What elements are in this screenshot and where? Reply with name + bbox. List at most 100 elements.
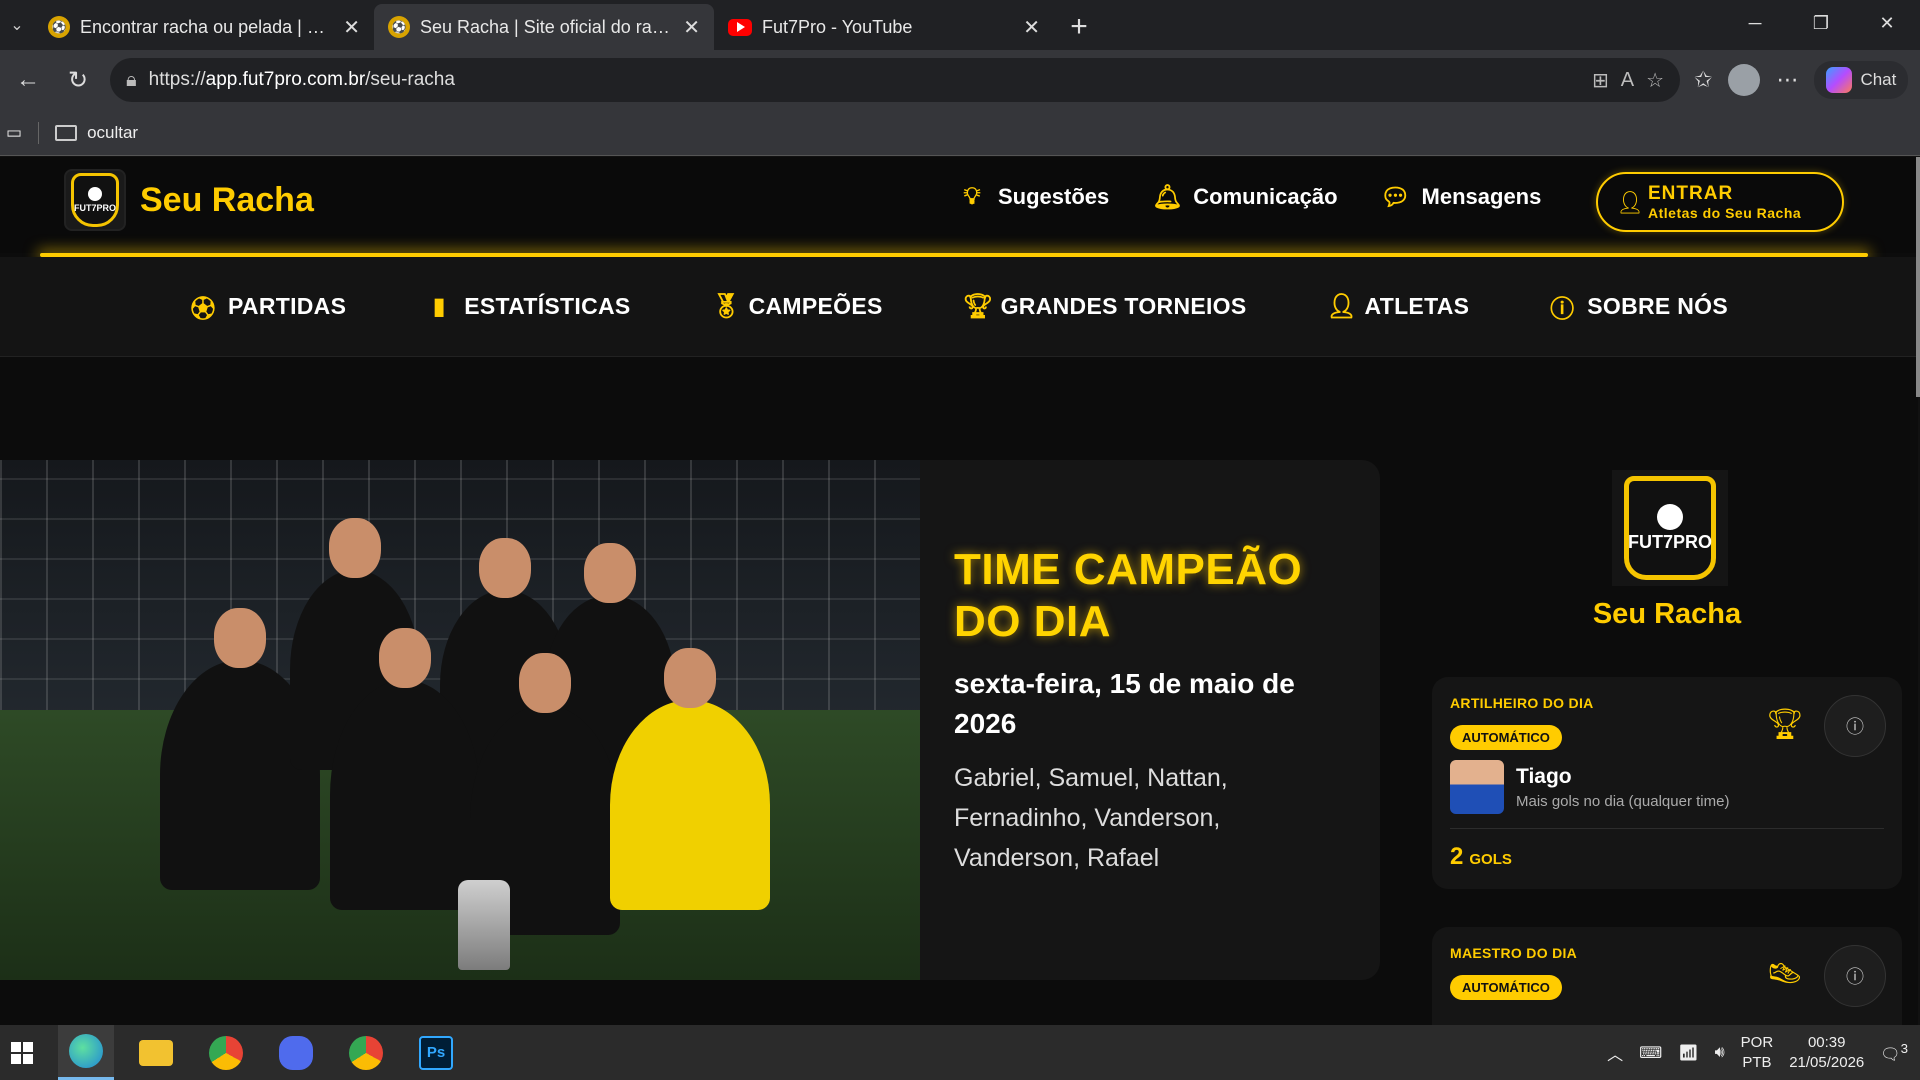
- close-window-icon[interactable]: ✕: [1854, 0, 1920, 46]
- favorite-star-icon[interactable]: ☆: [1646, 68, 1664, 93]
- photoshop-icon: Ps: [419, 1035, 453, 1070]
- trophy-cup: [458, 880, 510, 970]
- window-controls: ─ ❐ ✕: [1722, 0, 1920, 46]
- suggestions-link[interactable]: 💡︎ Sugestões: [958, 183, 1110, 211]
- golden-trophy-icon: 🏆︎: [1765, 708, 1804, 741]
- chrome-icon: [209, 1035, 243, 1070]
- taskbar-chrome-2[interactable]: [338, 1025, 394, 1080]
- chrome-icon: [349, 1035, 383, 1070]
- app-available-icon[interactable]: ⊞: [1592, 68, 1609, 93]
- close-tab-icon[interactable]: ✕: [1023, 15, 1040, 40]
- fut7pro-favicon-icon: ⚽: [48, 16, 70, 38]
- taskbar-edge[interactable]: [58, 1025, 114, 1080]
- collections-icon[interactable]: ▭: [6, 123, 22, 143]
- restore-icon[interactable]: ❐: [1788, 0, 1854, 46]
- language-indicator[interactable]: POR PTB: [1741, 1033, 1774, 1073]
- favorites-icon[interactable]: ✩: [1694, 67, 1712, 93]
- fut7pro-favicon-icon: ⚽: [388, 16, 410, 38]
- folder-icon: [139, 1039, 173, 1066]
- automatic-badge: AUTOMÁTICO: [1450, 975, 1562, 1000]
- edge-icon: [69, 1034, 103, 1068]
- award-info-button[interactable]: ⓘ: [1824, 695, 1886, 757]
- communication-link[interactable]: 🔔︎ Comunicação: [1152, 183, 1338, 211]
- bookmark-folder[interactable]: ocultar: [55, 123, 138, 143]
- nav-grandes-torneios[interactable]: 🏆︎ GRANDES TORNEIOS: [963, 292, 1247, 321]
- automatic-badge: AUTOMÁTICO: [1450, 725, 1562, 750]
- main-navigation: ⚽︎ PARTIDAS ▮ ESTATÍSTICAS 🏅︎ CAMPEÕES 🏆…: [0, 257, 1918, 357]
- site-logo-link[interactable]: FUT7PRO Seu Racha: [64, 169, 314, 231]
- network-icon[interactable]: 📶︎: [1678, 1043, 1698, 1063]
- meet-icon[interactable]: ⌨︎: [1639, 1043, 1662, 1063]
- url-text: https://app.fut7pro.com.br/seu-racha: [148, 69, 455, 90]
- read-aloud-icon[interactable]: A: [1621, 69, 1634, 92]
- taskbar-photoshop[interactable]: Ps: [408, 1025, 464, 1080]
- bookmarks-bar: ▭ ocultar: [0, 110, 1920, 156]
- fut7pro-logo: FUT7PRO: [64, 169, 126, 231]
- chat-bubble-icon: 💬︎: [1380, 183, 1411, 211]
- volume-icon[interactable]: 🔊︎: [1715, 1044, 1725, 1062]
- nav-atletas[interactable]: 👤︎ ATLETAS: [1327, 292, 1470, 321]
- taskbar-file-explorer[interactable]: [128, 1025, 184, 1080]
- login-button[interactable]: 👤︎ ENTRAR Atletas do Seu Racha: [1596, 172, 1844, 232]
- windows-taskbar: Ps ︿ ⌨︎ 📶︎ 🔊︎ POR PTB 00:39 21/05/2026 🗨︎3: [0, 1025, 1920, 1080]
- windows-logo-icon: [11, 1041, 33, 1064]
- close-tab-icon[interactable]: ✕: [343, 15, 360, 40]
- nav-sobre-nos[interactable]: ⓘ SOBRE NÓS: [1549, 289, 1728, 324]
- bell-icon: 🔔︎: [1152, 183, 1183, 211]
- goal-count: 2 GOLS: [1450, 843, 1512, 870]
- user-icon: 👤︎: [1616, 190, 1644, 215]
- back-arrow-icon[interactable]: ←: [10, 62, 46, 98]
- taskbar-chrome-1[interactable]: [198, 1025, 254, 1080]
- champion-date: sexta-feira, 15 de maio de 2026: [954, 668, 1295, 739]
- system-tray: ︿ ⌨︎ 📶︎ 🔊︎ POR PTB 00:39 21/05/2026 🗨︎3: [1607, 1025, 1920, 1080]
- boots-icon: 👟︎: [1765, 958, 1804, 991]
- more-menu-icon[interactable]: ⋯: [1776, 67, 1798, 93]
- champion-players: Gabriel, Samuel, Nattan, Fernadinho, Van…: [954, 764, 1228, 872]
- new-tab-button[interactable]: +: [1054, 4, 1104, 50]
- start-button[interactable]: [0, 1025, 44, 1080]
- url-field[interactable]: 🔒︎ https://app.fut7pro.com.br/seu-racha …: [110, 58, 1680, 102]
- nav-partidas[interactable]: ⚽︎ PARTIDAS: [190, 289, 346, 324]
- web-page: FUT7PRO Seu Racha 💡︎ Sugestões 🔔︎ Comuni…: [0, 157, 1918, 1025]
- address-bar-row: ← ↻ 🔒︎ https://app.fut7pro.com.br/seu-ra…: [0, 50, 1920, 110]
- tray-chevron-icon[interactable]: ︿: [1607, 1041, 1623, 1065]
- profile-avatar[interactable]: [1728, 64, 1761, 96]
- bar-chart-icon: ▮: [432, 293, 446, 320]
- site-title: Seu Racha: [140, 180, 314, 219]
- award-title: MAESTRO DO DIA: [1450, 945, 1578, 961]
- fut7pro-app-logo: FUT7PRO: [1612, 470, 1728, 586]
- lock-icon[interactable]: 🔒︎: [126, 69, 137, 92]
- award-title: ARTILHEIRO DO DIA: [1450, 695, 1594, 711]
- minimize-icon[interactable]: ─: [1722, 0, 1788, 46]
- trophy-icon: 🏆︎: [962, 293, 994, 320]
- copilot-chat-button[interactable]: Chat: [1814, 61, 1909, 99]
- day-highlights-sidebar: FUT7PRO Seu Racha ARTILHEIRO DO DIA AUTO…: [1432, 460, 1902, 1025]
- taskbar-app-4[interactable]: [268, 1025, 324, 1080]
- tab-title: Encontrar racha ou pelada | Fut7Pro: [80, 16, 333, 37]
- browser-tab-bar: ⌄ ⚽ Encontrar racha ou pelada | Fut7Pro …: [0, 0, 1920, 50]
- messages-link[interactable]: 💬︎ Mensagens: [1380, 183, 1541, 211]
- champion-title: TIME CAMPEÃO DO DIA: [954, 545, 1303, 646]
- award-card-maestro: MAESTRO DO DIA AUTOMÁTICO 👟︎ ⓘ: [1432, 927, 1902, 1025]
- award-info-button[interactable]: ⓘ: [1824, 945, 1886, 1007]
- header-links: 💡︎ Sugestões 🔔︎ Comunicação 💬︎ Mensagens: [958, 183, 1542, 211]
- medal-icon: 🏅︎: [710, 293, 742, 320]
- messenger-icon: [279, 1035, 313, 1070]
- browser-tab-2[interactable]: ⚽ Seu Racha | Site oficial do racha no F…: [374, 4, 714, 50]
- nav-estatisticas[interactable]: ▮ ESTATÍSTICAS: [426, 292, 630, 321]
- notifications-icon[interactable]: 🗨︎3: [1880, 1041, 1908, 1064]
- browser-tab-3[interactable]: Fut7Pro - YouTube ✕: [714, 4, 1054, 50]
- tab-title: Fut7Pro - YouTube: [762, 16, 913, 37]
- page-scrollbar[interactable]: [1916, 157, 1920, 397]
- nav-campeoes[interactable]: 🏅︎ CAMPEÕES: [711, 292, 883, 321]
- reload-icon[interactable]: ↻: [60, 62, 96, 98]
- tab-list-chevron-icon[interactable]: ⌄: [0, 0, 34, 50]
- person-icon: 👤︎: [1326, 293, 1358, 320]
- close-tab-icon[interactable]: ✕: [683, 15, 700, 40]
- champion-card: TIME CAMPEÃO DO DIA sexta-feira, 15 de m…: [920, 460, 1380, 980]
- browser-tab-1[interactable]: ⚽ Encontrar racha ou pelada | Fut7Pro ✕: [34, 4, 374, 50]
- sidebar-racha-name: Seu Racha: [1592, 598, 1742, 630]
- award-card-artilheiro: ARTILHEIRO DO DIA AUTOMÁTICO 🏆︎ ⓘ Tiago …: [1432, 677, 1902, 889]
- clock[interactable]: 00:39 21/05/2026: [1789, 1033, 1864, 1073]
- award-player[interactable]: Tiago Mais gols no dia (qualquer time): [1450, 760, 1884, 829]
